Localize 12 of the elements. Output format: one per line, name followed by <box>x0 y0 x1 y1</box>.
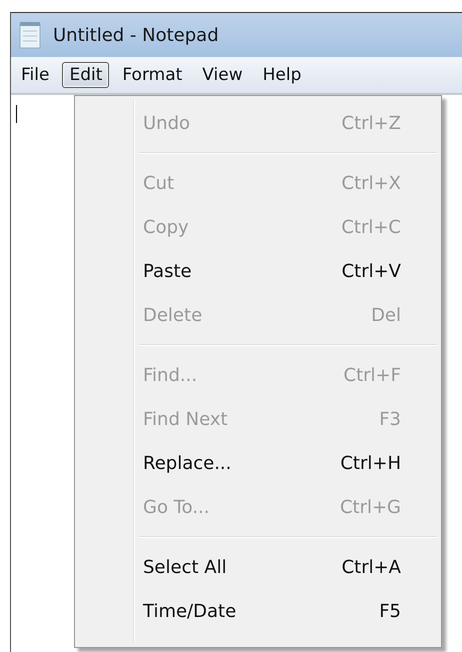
menu-option[interactable]: Select All Ctrl+A <box>77 545 439 589</box>
menu-option[interactable]: Time/Date F5 <box>77 589 439 633</box>
menu-option[interactable]: Paste Ctrl+V <box>77 249 439 293</box>
notepad-icon <box>19 21 41 49</box>
text-cursor <box>16 105 17 123</box>
menu-option[interactable]: Replace... Ctrl+H <box>77 441 439 485</box>
menu-item[interactable]: Help <box>256 62 308 88</box>
menu-item[interactable]: Format <box>115 62 190 88</box>
menu-item[interactable]: View <box>195 62 250 88</box>
menu-item[interactable]: Edit <box>62 62 110 88</box>
window-title: Untitled - Notepad <box>53 24 219 46</box>
menu-item[interactable]: File <box>14 62 56 88</box>
